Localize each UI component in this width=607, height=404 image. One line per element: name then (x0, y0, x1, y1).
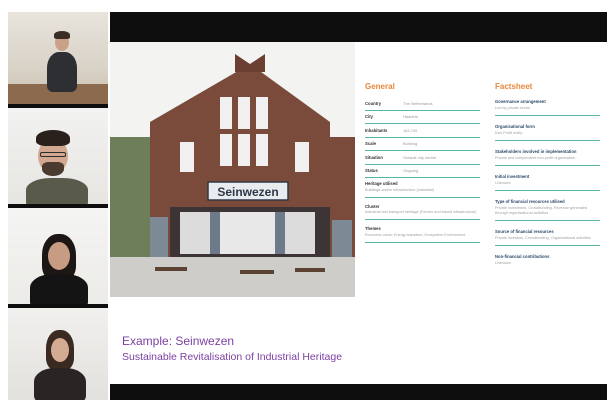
general-block-value: Industrial and transport heritage (Forme… (365, 210, 477, 214)
factsheet-item-value: Private and independent non-profit organ… (495, 156, 576, 160)
participant-tile-4[interactable] (8, 308, 108, 400)
factsheet-item: Organisational form Non-Profit entity (495, 116, 600, 141)
general-row-value: Haarlem (403, 114, 419, 120)
general-block-key: Heritage utilised (365, 181, 398, 186)
general-row-value: Ongoing (403, 168, 419, 174)
general-row: Status Ongoing (365, 165, 480, 178)
factsheet-item-value: Unknown (495, 181, 511, 185)
factsheet-title: Factsheet (495, 82, 533, 91)
general-row: Country The Netherlands (365, 97, 480, 111)
factsheet-item: Source of financial resources Private in… (495, 221, 600, 246)
factsheet-item-value: Led by private sector (495, 106, 531, 110)
general-block-key: Themes (365, 226, 381, 231)
factsheet-item-value: Non-Profit entity (495, 131, 523, 135)
factsheet-section: Factsheet Governance arrangement Led by … (495, 82, 600, 270)
factsheet-item: Non-financial contributions Unknown (495, 246, 600, 270)
general-row-key: City (365, 114, 373, 120)
general-row: Scale Building (365, 138, 480, 151)
slide-caption-subtitle: Sustainable Revitalisation of Industrial… (122, 351, 343, 363)
factsheet-item-key: Non-financial contributions (495, 254, 550, 259)
factsheet-item: Initial investment Unknown (495, 166, 600, 191)
participant-tile-3[interactable] (8, 208, 108, 304)
general-row-key: Status (365, 168, 378, 174)
screen-share-area: Seinwezen Example: Seinwezen Sustainable… (110, 12, 607, 400)
general-block: Heritage utilised Buildings and/or infra… (365, 178, 480, 198)
window-edge (0, 0, 8, 404)
general-row-value: Building (403, 141, 418, 147)
factsheet-item: Governance arrangement Led by private se… (495, 97, 600, 116)
slide-caption-title: Example: Seinwezen (122, 334, 235, 348)
general-row: City Haarlem (365, 111, 480, 124)
general-block-value: Economic value; Energy transition; Ecosy… (365, 232, 466, 237)
general-row-key: Scale (365, 141, 376, 147)
factsheet-item-key: Governance arrangement (495, 99, 546, 104)
general-row-key: Situation (365, 154, 383, 160)
general-block-value: Buildings and/or infrastructure (industr… (365, 187, 435, 192)
general-block: Cluster Industrial and transport heritag… (365, 198, 480, 220)
general-block: Themes Economic value; Energy transition… (365, 220, 480, 243)
building-illustration: Seinwezen (110, 42, 355, 297)
meeting-window: Seinwezen Example: Seinwezen Sustainable… (0, 0, 607, 404)
participant-tile-1[interactable] (8, 12, 108, 104)
building-photo: Seinwezen (110, 42, 355, 297)
participant-tile-2[interactable] (8, 108, 108, 204)
factsheet-item: Type of financial resources utilised Pri… (495, 191, 600, 221)
general-row-key: Country (365, 100, 382, 106)
general-row: Situation Outside city centre (365, 151, 480, 165)
factsheet-item: Stakeholders involved in implementation … (495, 141, 600, 166)
participant-strip (8, 12, 108, 400)
general-row-value: 162,745 (403, 127, 418, 133)
presentation-slide: Seinwezen Example: Seinwezen Sustainable… (110, 42, 607, 384)
general-row: Inhabitants 162,745 (365, 124, 480, 138)
factsheet-item-key: Type of financial resources utilised (495, 199, 565, 204)
factsheet-item-value: Private investors, Crowdfunding, Organis… (495, 236, 591, 240)
factsheet-item-key: Organisational form (495, 124, 535, 129)
general-title: General (365, 82, 395, 91)
building-sign: Seinwezen (217, 185, 278, 199)
factsheet-item-key: Stakeholders involved in implementation (495, 149, 577, 154)
factsheet-item-key: Initial investment (495, 174, 530, 179)
general-row-value: Outside city centre (403, 154, 437, 160)
general-section: General Country The Netherlands City Haa… (365, 82, 480, 243)
factsheet-item-value: Private investment, Crowdfunding, Revenu… (495, 206, 588, 215)
factsheet-item-value: Unknown (495, 261, 511, 265)
general-block-key: Cluster (365, 203, 380, 209)
general-row-key: Inhabitants (365, 127, 388, 133)
factsheet-item-key: Source of financial resources (495, 229, 554, 234)
general-row-value: The Netherlands (403, 100, 433, 106)
